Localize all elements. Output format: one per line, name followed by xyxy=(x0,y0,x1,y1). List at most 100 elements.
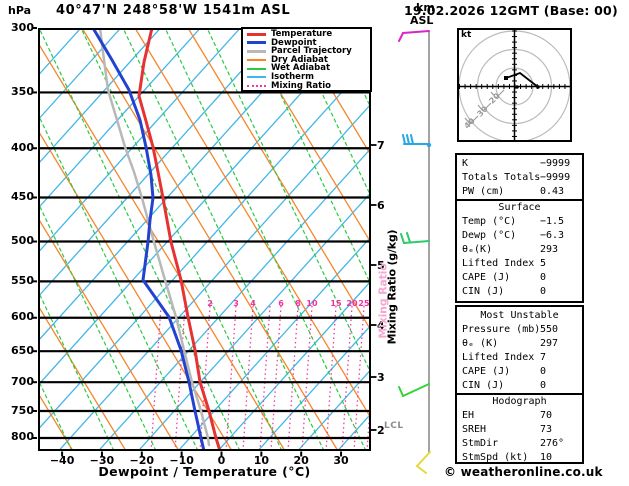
station-title: 40°47'N 248°58'W 1541m ASL xyxy=(56,3,291,18)
pressure-axis-unit: hPa xyxy=(8,4,32,17)
table-row-pressure-mb-: Pressure (mb) 550 xyxy=(457,323,582,337)
table-row--k-: θₑ(K) 293 xyxy=(457,243,582,257)
table-row-stmspd-kt-: StmSpd (kt) 10 xyxy=(457,451,582,465)
legend-sample-line xyxy=(247,41,266,45)
table-row-value: 297 xyxy=(540,338,559,349)
table-row-label: CAPE (J) xyxy=(462,366,511,377)
table-row-value: 0 xyxy=(540,286,547,297)
table-row-label: SREH xyxy=(462,424,487,435)
table-row-label: CAPE (J) xyxy=(462,272,511,283)
table-row-value: 70 xyxy=(540,410,553,421)
x-axis-title: Dewpoint / Temperature (°C) xyxy=(98,464,311,479)
table-row-label: CIN (J) xyxy=(462,380,505,391)
table-row-value: −9999 xyxy=(540,172,571,183)
table-row-label: Lifted Index xyxy=(462,352,535,363)
pressure-label-450: 450 xyxy=(11,189,34,203)
mixing-ratio-axis-label: Mixing Ratio (g/kg) xyxy=(385,229,399,345)
table-row-value: 276° xyxy=(540,438,565,449)
legend-sample-line xyxy=(247,76,266,79)
pressure-label-700: 700 xyxy=(11,374,34,388)
table-row--k-: θₑ (K) 297 xyxy=(457,337,582,351)
table-row-lifted-index: Lifted Index 7 xyxy=(457,351,582,365)
table-section-header: Hodograph xyxy=(457,393,582,409)
mixing-ratio-label-10: 10 xyxy=(306,299,318,308)
mixing-ratio-label-3: 3 xyxy=(233,299,239,308)
table-row-label: StmSpd (kt) xyxy=(462,452,529,463)
km-label-7: 7 xyxy=(377,138,385,152)
km-label-3: 3 xyxy=(377,370,385,384)
unstable-hodograph-table: Most Unstable Pressure (mb) 550 θₑ (K) 297 Li… xyxy=(455,305,584,464)
pressure-label-600: 600 xyxy=(11,310,34,324)
mixing-ratio-label-6: 6 xyxy=(278,299,284,308)
table-row-value: −6.3 xyxy=(540,230,565,241)
table-row-label: Dewp (°C) xyxy=(462,230,517,241)
pressure-label-800: 800 xyxy=(11,430,34,444)
table-row-label: θₑ (K) xyxy=(462,338,499,349)
table-row-label: θₑ(K) xyxy=(462,244,493,255)
table-row-temp-c-: Temp (°C) −1.5 xyxy=(457,215,582,229)
table-row-value: 550 xyxy=(540,324,559,335)
table-row-label: PW (cm) xyxy=(462,186,505,197)
wind-barb-column xyxy=(398,30,432,474)
table-row-label: Pressure (mb) xyxy=(462,324,541,335)
pressure-label-300: 300 xyxy=(11,20,34,34)
legend-sample-line xyxy=(247,59,266,62)
table-row-value: 0 xyxy=(540,272,547,283)
datetime-title: 19.02.2026 12GMT (Base: 00) xyxy=(404,3,618,18)
table-row-value: 5 xyxy=(540,258,547,269)
indices-table: K −9999 Totals Totals −9999 PW (cm) 0.43 Surfa… xyxy=(455,153,584,303)
table-row-value: 0.43 xyxy=(540,186,565,197)
km-label-6: 6 xyxy=(377,198,385,212)
table-row-pw-cm-: PW (cm) 0.43 xyxy=(457,185,582,199)
table-row-label: StmDir xyxy=(462,438,499,449)
table-row-dewp-c-: Dewp (°C) −6.3 xyxy=(457,229,582,243)
pressure-label-550: 550 xyxy=(11,273,34,287)
table-row-value: 0 xyxy=(540,380,547,391)
table-row-cin-j-: CIN (J) 0 xyxy=(457,285,582,299)
pressure-label-400: 400 xyxy=(11,140,34,154)
table-row-value: 0 xyxy=(540,366,547,377)
altitude-axis-unit-asl: ASL xyxy=(410,14,434,27)
table-row-label: Totals Totals xyxy=(462,172,541,183)
table-section-header: Most Unstable xyxy=(480,310,559,321)
table-row-sreh: SREH 73 xyxy=(457,423,582,437)
table-row-value: −1.5 xyxy=(540,216,565,227)
table-row-value: −9999 xyxy=(540,158,571,169)
mixing-ratio-label-4: 4 xyxy=(250,299,256,308)
legend-item-mixing-ratio: Mixing Ratio xyxy=(247,80,370,91)
legend-sample-line xyxy=(247,49,266,53)
altitude-axis-unit-km: km xyxy=(416,1,435,14)
table-row-value: 293 xyxy=(540,244,559,255)
table-row-label: EH xyxy=(462,410,475,421)
table-row-label: K xyxy=(462,158,469,169)
table-row-cin-j-: CIN (J) 0 xyxy=(457,379,582,393)
legend-box: Temperature Dewpoint Parcel Trajectory Dry … xyxy=(241,27,372,92)
table-row-label: Lifted Index xyxy=(462,258,535,269)
table-row-lifted-index: Lifted Index 5 xyxy=(457,257,582,271)
table-row-eh: EH 70 xyxy=(457,409,582,423)
lcl-marker-label: LCL xyxy=(384,421,404,431)
table-row-k: K −9999 xyxy=(457,157,582,171)
mixing-ratio-label-25: 25 xyxy=(358,299,370,308)
legend-sample-line xyxy=(247,84,266,87)
legend-sample-line xyxy=(247,67,266,70)
table-row-totals-totals: Totals Totals −9999 xyxy=(457,171,582,185)
table-row-value: 10 xyxy=(540,452,553,463)
copyright-text: © weatheronline.co.uk xyxy=(444,465,603,479)
legend-label: Mixing Ratio xyxy=(271,80,331,91)
table-row-stmdir: StmDir 276° xyxy=(457,437,582,451)
table-row-cape-j-: CAPE (J) 0 xyxy=(457,271,582,285)
legend-sample-line xyxy=(247,32,266,36)
table-row-value: 7 xyxy=(540,352,547,363)
pressure-label-350: 350 xyxy=(11,84,34,98)
table-row-cape-j-: CAPE (J) 0 xyxy=(457,365,582,379)
skewt-sounding-page: hPa 40°47'N 248°58'W 1541m ASL 19.02.202… xyxy=(0,0,629,486)
table-row-label: Temp (°C) xyxy=(462,216,517,227)
pressure-label-750: 750 xyxy=(11,403,34,417)
table-row-value: 73 xyxy=(540,424,553,435)
hodograph-unit-label: kt xyxy=(461,30,472,40)
mixing-ratio-label-2: 2 xyxy=(207,299,213,308)
pressure-label-650: 650 xyxy=(11,343,34,357)
table-section-header: Surface xyxy=(457,199,582,215)
pressure-label-500: 500 xyxy=(11,234,34,248)
